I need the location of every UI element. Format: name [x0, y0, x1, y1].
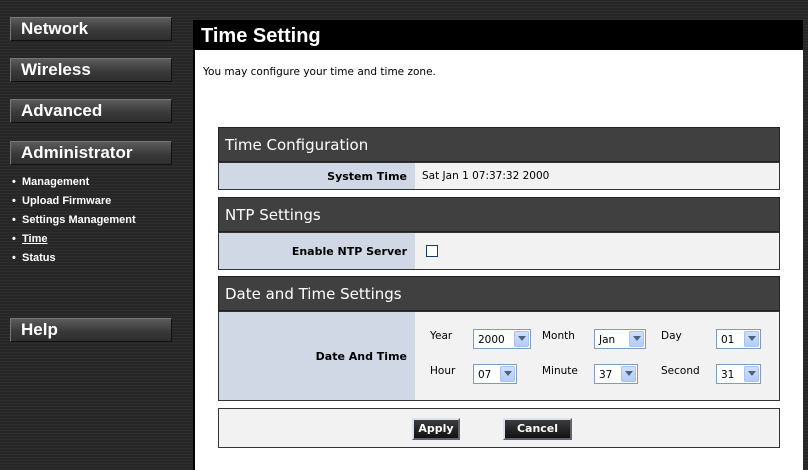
second-label: Second — [661, 365, 700, 377]
cancel-button[interactable]: Cancel — [503, 418, 572, 440]
second-select[interactable]: 31 — [716, 364, 761, 384]
submenu-management[interactable]: • Management — [12, 176, 172, 189]
chevron-down-icon — [500, 366, 515, 382]
action-buttons-row: Apply Cancel — [218, 408, 780, 448]
day-select[interactable]: 01 — [716, 329, 761, 349]
page-title: Time Setting — [195, 20, 803, 50]
intro-text: You may configure your time and time zon… — [203, 66, 436, 78]
time-configuration-header: Time Configuration — [218, 127, 780, 162]
enable-ntp-row: Enable NTP Server — [218, 232, 780, 270]
chevron-down-icon — [514, 331, 529, 347]
bullet-icon: • — [12, 233, 16, 245]
day-label: Day — [661, 330, 682, 342]
chevron-down-icon — [744, 366, 759, 382]
chevron-down-icon — [621, 366, 636, 382]
bullet-icon: • — [12, 176, 16, 188]
submenu-time[interactable]: • Time — [12, 233, 172, 246]
system-time-label: System Time — [219, 163, 415, 189]
bullet-icon: • — [12, 195, 16, 207]
year-select[interactable]: 2000 — [473, 329, 531, 349]
hour-label: Hour — [430, 365, 456, 377]
administrator-submenu: • Management • Upload Firmware • Setting… — [12, 176, 172, 271]
bullet-icon: • — [12, 214, 16, 226]
year-label: Year — [430, 330, 453, 342]
nav-administrator[interactable]: Administrator — [10, 141, 172, 165]
date-and-time-row: Date And Time Year 2000 Month Jan Day 01… — [218, 311, 780, 401]
enable-ntp-cell — [415, 233, 779, 269]
hour-select[interactable]: 07 — [473, 364, 517, 384]
minute-select[interactable]: 37 — [594, 364, 638, 384]
nav-wireless[interactable]: Wireless — [10, 58, 172, 82]
nav-help[interactable]: Help — [10, 318, 172, 342]
enable-ntp-label: Enable NTP Server — [219, 233, 415, 269]
month-select[interactable]: Jan — [594, 329, 646, 349]
submenu-settings-management[interactable]: • Settings Management — [12, 214, 142, 227]
nav-network[interactable]: Network — [10, 17, 172, 41]
system-time-value: Sat Jan 1 07:37:32 2000 — [422, 170, 550, 182]
ntp-settings-header: NTP Settings — [218, 197, 780, 232]
apply-button[interactable]: Apply — [412, 418, 460, 440]
chevron-down-icon — [629, 331, 644, 347]
system-time-row: System Time Sat Jan 1 07:37:32 2000 — [218, 162, 780, 190]
nav-advanced[interactable]: Advanced — [10, 99, 172, 123]
main-panel: Time Setting You may configure your time… — [193, 20, 803, 470]
submenu-status[interactable]: • Status — [12, 252, 172, 265]
date-time-settings-header: Date and Time Settings — [218, 276, 780, 311]
submenu-upload-firmware[interactable]: • Upload Firmware — [12, 195, 172, 208]
enable-ntp-checkbox[interactable] — [426, 245, 438, 257]
chevron-down-icon — [744, 331, 759, 347]
month-label: Month — [542, 330, 575, 342]
date-and-time-label: Date And Time — [219, 312, 415, 400]
bullet-icon: • — [12, 252, 16, 264]
minute-label: Minute — [542, 365, 578, 377]
sidebar: Network Wireless Advanced Administrator … — [0, 0, 182, 470]
